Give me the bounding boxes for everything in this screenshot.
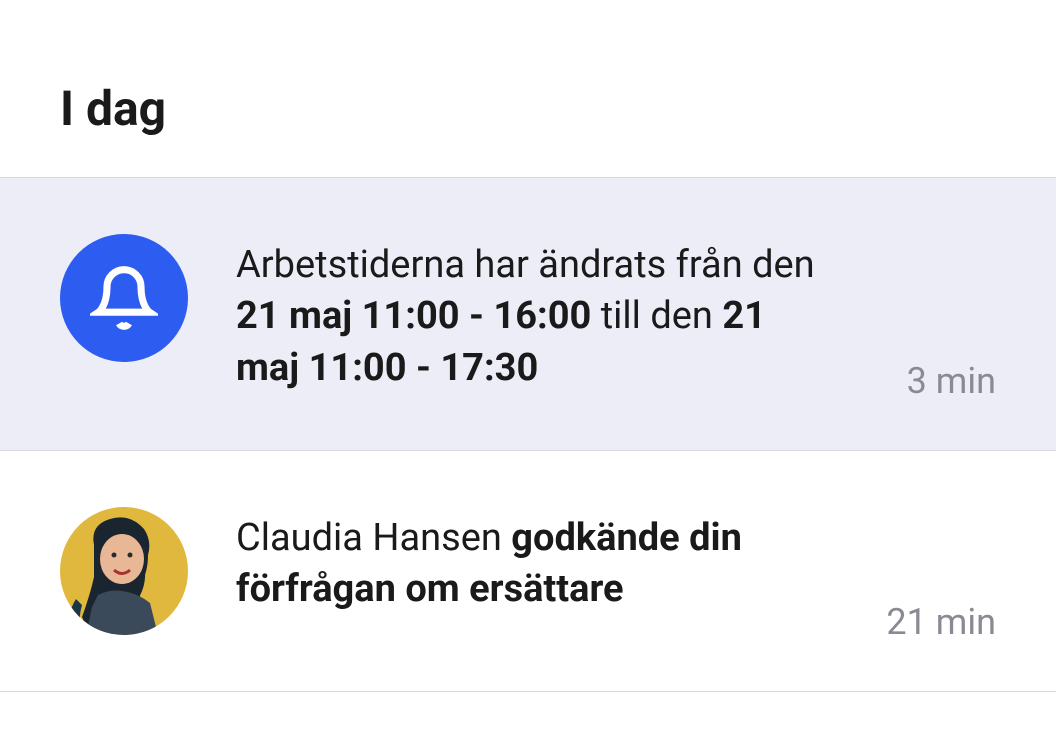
notification-item[interactable]: Claudia Hansen godkände din förfrågan om… (0, 451, 1056, 692)
notification-time: 3 min (907, 360, 996, 402)
notification-text: Arbetstiderna har ändrats från den 21 ma… (236, 240, 826, 394)
avatar (60, 507, 188, 635)
section-header: I dag (0, 0, 1056, 177)
notification-body: Claudia Hansen godkände din förfrågan om… (236, 507, 996, 616)
notification-time: 21 min (886, 601, 996, 643)
notification-text: Claudia Hansen godkände din förfrågan om… (236, 513, 826, 616)
section-title: I dag (60, 80, 996, 137)
bell-icon (60, 234, 188, 362)
notification-item[interactable]: Arbetstiderna har ändrats från den 21 ma… (0, 178, 1056, 451)
notification-body: Arbetstiderna har ändrats från den 21 ma… (236, 234, 996, 394)
notification-list: Arbetstiderna har ändrats från den 21 ma… (0, 177, 1056, 692)
